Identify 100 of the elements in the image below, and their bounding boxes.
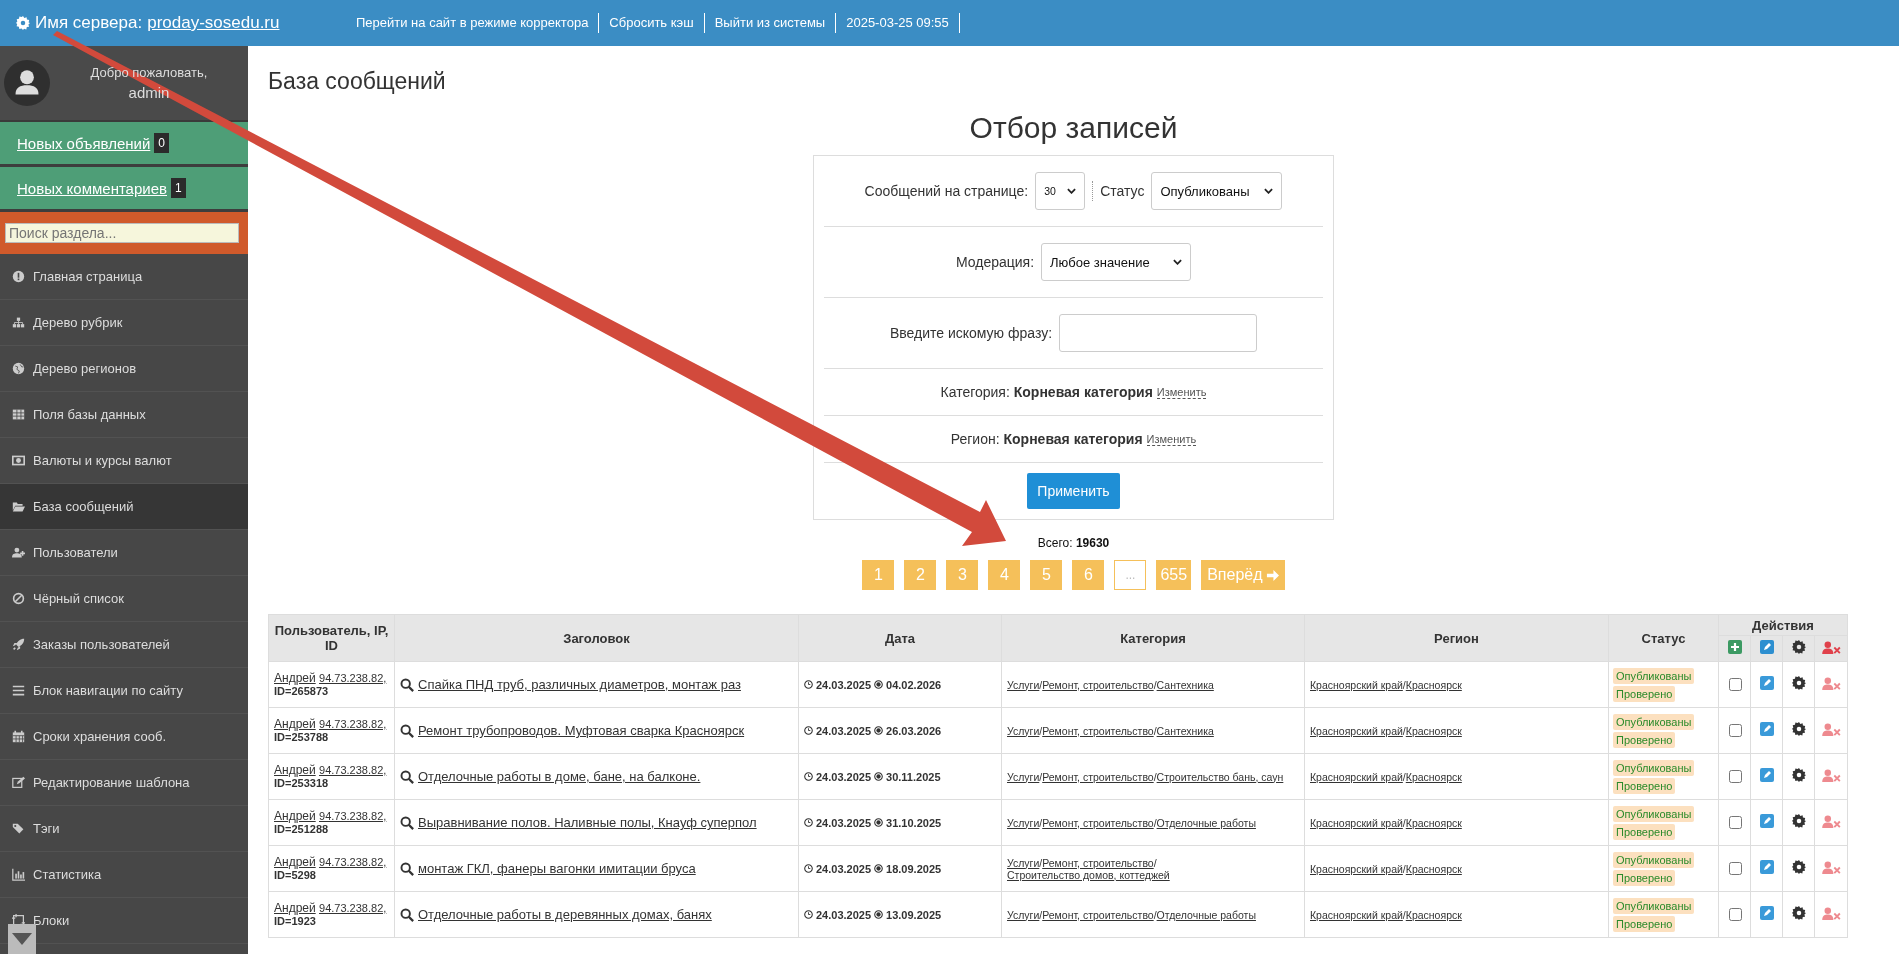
user-link[interactable]: Андрей	[274, 716, 316, 731]
sidebar-item[interactable]: Заказы пользователей	[0, 622, 248, 668]
path-separator: /	[1402, 678, 1406, 691]
user-remove-icon[interactable]	[1821, 860, 1841, 874]
date-text: 30.11.2025	[886, 770, 941, 783]
caret-icon	[1067, 188, 1077, 194]
user-remove-icon[interactable]	[1821, 768, 1841, 782]
user-remove-icon[interactable]	[1821, 906, 1841, 920]
row-checkbox[interactable]	[1728, 770, 1742, 783]
scroll-down-button[interactable]	[8, 924, 36, 954]
sidebar-item[interactable]: Редактирование шаблона	[0, 760, 248, 806]
sidebar-item[interactable]: Чёрный список	[0, 576, 248, 622]
user-remove-icon[interactable]	[1821, 640, 1841, 654]
sidebar-item[interactable]: Дерево рубрик	[0, 300, 248, 346]
search-icon[interactable]	[400, 861, 414, 876]
user-remove-icon[interactable]	[1821, 676, 1841, 690]
category-link[interactable]: Ремонт, строительство	[1042, 678, 1154, 691]
ip-link[interactable]: 94.73.238.82,	[319, 809, 387, 822]
sidebar-item[interactable]: Тэги	[0, 806, 248, 852]
region-link[interactable]: Красноярск	[1405, 816, 1462, 829]
edit-icon[interactable]	[1759, 768, 1774, 782]
row-checkbox[interactable]	[1728, 678, 1742, 691]
change-link[interactable]: Изменить	[1156, 385, 1207, 399]
edit-icon[interactable]	[1759, 860, 1774, 874]
sidebar-item[interactable]: Статистика	[0, 852, 248, 898]
settings-icon[interactable]	[1791, 906, 1806, 920]
sidebar-item[interactable]: Блок навигации по сайту	[0, 668, 248, 714]
settings-icon[interactable]	[1791, 768, 1806, 782]
region-link[interactable]: Красноярский край	[1310, 770, 1403, 783]
sidebar-item[interactable]: Поля базы данных	[0, 392, 248, 438]
search-field[interactable]: Поиск раздела...	[5, 223, 239, 243]
top-link[interactable]: Перейти на сайт в режиме корректора	[346, 13, 600, 33]
region-link[interactable]: Красноярск	[1405, 724, 1462, 737]
sidebar-item[interactable]: Дерево регионов	[0, 346, 248, 392]
user-link[interactable]: Андрей	[274, 762, 316, 777]
settings-icon[interactable]	[1791, 860, 1806, 874]
user-link[interactable]: Андрей	[274, 900, 316, 915]
user-link[interactable]: Андрей	[274, 808, 316, 823]
sidebar-item[interactable]: База сообщений	[0, 484, 248, 530]
user-remove-icon[interactable]	[1821, 722, 1841, 736]
path-separator: /	[1039, 816, 1043, 829]
column-header: Действия	[1718, 614, 1848, 636]
settings-icon[interactable]	[1791, 676, 1806, 690]
ip-link[interactable]: 94.73.238.82,	[319, 901, 387, 914]
category-link[interactable]: Ремонт, строительство	[1042, 856, 1154, 869]
user-remove-icon[interactable]	[1821, 814, 1841, 828]
row-checkbox[interactable]	[1728, 862, 1742, 875]
search-icon[interactable]	[400, 723, 414, 738]
region-link[interactable]: Красноярск	[1405, 908, 1462, 921]
server-link[interactable]: proday-sosedu.ru	[147, 13, 280, 33]
edit-icon[interactable]	[1759, 814, 1774, 828]
moderation-select[interactable]: Любое значение	[1041, 243, 1192, 281]
sidebar-item[interactable]: Пользователи	[0, 530, 248, 576]
page-ellipsis: ...	[1114, 560, 1147, 590]
path-separator: /	[1402, 770, 1406, 783]
status-select[interactable]: Опубликованы	[1151, 172, 1283, 210]
sidebar-item[interactable]: Главная страница	[0, 254, 248, 300]
search-icon[interactable]	[400, 677, 414, 692]
region-link[interactable]: Красноярск	[1405, 770, 1462, 783]
category-link[interactable]: Ремонт, строительство	[1042, 908, 1154, 921]
user-link[interactable]: Андрей	[274, 854, 316, 869]
region-link[interactable]: Красноярский край	[1310, 724, 1403, 737]
search-icon[interactable]	[400, 815, 414, 830]
region-link[interactable]: Красноярск	[1405, 678, 1462, 691]
top-link[interactable]: Сбросить кэш	[599, 13, 705, 33]
row-checkbox[interactable]	[1728, 724, 1742, 737]
category-link[interactable]: Ремонт, строительство	[1042, 816, 1154, 829]
sidebar-item[interactable]: Сроки хранения сооб.	[0, 714, 248, 760]
region-link[interactable]: Красноярский край	[1310, 816, 1403, 829]
add-icon[interactable]	[1727, 640, 1742, 655]
ip-link[interactable]: 94.73.238.82,	[319, 763, 387, 776]
category-link[interactable]: Ремонт, строительство	[1042, 770, 1154, 783]
settings-icon[interactable]	[1791, 722, 1806, 736]
region-link[interactable]: Красноярский край	[1310, 678, 1403, 691]
change-link[interactable]: Изменить	[1146, 432, 1197, 446]
region-link[interactable]: Красноярский край	[1310, 908, 1403, 921]
search-icon[interactable]	[400, 769, 414, 784]
ip-link[interactable]: 94.73.238.82,	[319, 855, 387, 868]
per-page-select[interactable]: 30	[1035, 172, 1086, 210]
user-link[interactable]: Андрей	[274, 670, 316, 685]
row-checkbox[interactable]	[1728, 908, 1742, 921]
count-badge: 1	[171, 178, 186, 198]
search-icon[interactable]	[400, 907, 414, 922]
edit-icon[interactable]	[1759, 676, 1774, 690]
region-link[interactable]: Красноярский край	[1310, 862, 1403, 875]
region-link[interactable]: Красноярск	[1405, 862, 1462, 875]
ip-link[interactable]: 94.73.238.82,	[319, 671, 387, 684]
row-checkbox[interactable]	[1728, 816, 1742, 829]
category-link[interactable]: Строительство домов, коттеджей	[1007, 868, 1170, 881]
category-link[interactable]: Ремонт, строительство	[1042, 724, 1154, 737]
settings-icon[interactable]	[1791, 814, 1806, 828]
edit-icon[interactable]	[1759, 640, 1774, 655]
settings-icon[interactable]	[1791, 640, 1806, 655]
ip-link[interactable]: 94.73.238.82,	[319, 717, 387, 730]
edit-icon[interactable]	[1759, 906, 1774, 920]
search-phrase-field[interactable]	[1059, 314, 1258, 352]
apply-button[interactable]: Применить	[1027, 473, 1120, 509]
path-separator: /	[1039, 856, 1043, 869]
top-link[interactable]: Выйти из системы	[704, 13, 837, 33]
edit-icon[interactable]	[1759, 722, 1774, 736]
